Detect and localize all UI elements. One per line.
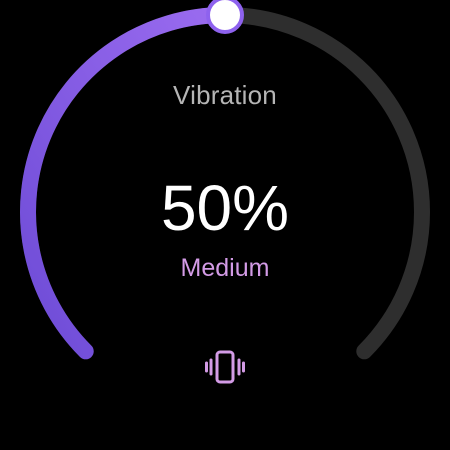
vibrate-icon[interactable]	[205, 350, 245, 384]
vibration-screen: Vibration 50% Medium	[0, 0, 450, 450]
slider-thumb[interactable]	[206, 0, 244, 34]
vibration-percent: 50%	[160, 172, 290, 244]
screen-title: Vibration	[173, 80, 277, 110]
vibration-level-label: Medium	[180, 254, 270, 282]
